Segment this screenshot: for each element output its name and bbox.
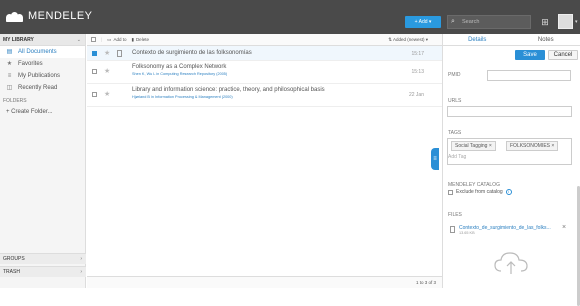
urls-label: URLS [448,98,461,104]
add-button[interactable]: + Add ▾ [405,16,441,28]
star-icon[interactable]: ★ [104,67,110,75]
documents-icon: ▤ [6,46,13,58]
tab-details[interactable]: Details [443,34,512,45]
sort-label: Added (newest) ▾ [393,37,428,42]
folder-icon: ▭ [107,37,111,43]
star-icon[interactable]: ★ [104,49,110,57]
select-all-checkbox[interactable] [91,37,96,42]
create-folder-link[interactable]: + Create Folder... [0,106,85,118]
publications-icon: ≡ [6,70,13,82]
star-icon: ★ [6,58,13,70]
file-item[interactable]: Contexto_de_surgimiento_de_las_folks... … [450,225,551,235]
pmid-field[interactable] [487,70,571,81]
tag-chip[interactable]: Social Tagging × [451,141,496,151]
chevron-right-icon: › [80,254,82,265]
list-toolbar: | ▭ Add to ▮ Delete ⇅ Added (newest) ▾ [87,34,442,46]
file-icon [450,226,455,233]
sidebar-item-label: All Documents [18,46,57,58]
details-actions: Save Cancel [443,46,580,64]
sidebar-item-label: Recently Read [18,82,57,94]
trash-icon: ▮ [131,37,133,43]
mendeley-logo-icon [6,11,24,22]
chevron-down-icon[interactable]: ▾ [575,19,578,25]
details-panel: Details Notes Save Cancel PMID URLS TAGS… [442,34,580,288]
sidebar-item-favorites[interactable]: ★ Favorites [0,58,85,70]
mendeley-catalog-label: MENDELEY CATALOG [448,182,500,188]
avatar[interactable] [558,14,573,29]
row-checkbox[interactable] [92,51,97,56]
remove-file-icon[interactable]: × [562,224,566,231]
table-row[interactable]: ★ Contexto de surgimiento de las folkson… [87,46,442,61]
row-checkbox[interactable] [92,69,97,74]
trash-section[interactable]: TRASH › [0,266,86,277]
exclude-catalog-row: Exclude from catalog i [448,189,512,195]
row-checkbox[interactable] [92,92,97,97]
document-icon [117,50,122,57]
search-icon: ⌕ [451,18,455,26]
document-authors: Shen K, Wu L in Computing Research Repos… [132,72,227,76]
toolbar-divider: | [101,37,102,42]
my-library-label: MY LIBRARY [3,37,34,43]
panel-toggle-icon: ≡ [433,156,437,162]
add-to-label: Add to [113,37,126,42]
delete-button[interactable]: ▮ Delete [131,37,149,43]
book-icon: ◫ [6,82,13,94]
app-name: MENDELEY [28,10,93,22]
table-row[interactable]: ★ Folksonomy as a Complex Network Shen K… [87,61,442,84]
document-title: Library and information science: practic… [132,87,325,93]
document-authors: Hjørland B in Information Processing & M… [132,95,233,99]
sidebar: MY LIBRARY ⌄ ▤ All Documents ★ Favorites… [0,34,86,288]
delete-label: Delete [136,37,149,42]
search-placeholder: Search [462,19,479,25]
pmid-label: PMID [448,72,461,78]
tags-label: TAGS [448,130,461,136]
apps-grid-icon[interactable]: ⊞ [538,15,552,29]
tab-notes[interactable]: Notes [512,34,580,45]
sidebar-item-recently-read[interactable]: ◫ Recently Read [0,82,85,94]
collapse-panel-handle[interactable]: ≡ [431,148,439,170]
sort-dropdown[interactable]: ⇅ Added (newest) ▾ [388,34,428,46]
cancel-button[interactable]: Cancel [548,50,578,60]
sidebar-item-label: My Publications [18,70,60,82]
groups-label: GROUPS [3,256,25,262]
document-title: Contexto de surgimiento de las folksonom… [132,50,252,56]
mendeley-logo[interactable]: MENDELEY [6,10,93,22]
add-to-button[interactable]: ▭ Add to [107,37,126,43]
file-size: 13.65 KB [459,231,551,235]
table-row[interactable]: ★ Library and information science: pract… [87,84,442,107]
sidebar-item-all-documents[interactable]: ▤ All Documents [0,46,85,58]
files-label: FILES [448,212,462,218]
details-tabs: Details Notes [443,34,580,46]
sidebar-item-label: Favorites [18,58,43,70]
tag-chip[interactable]: FOLKSONOMIES × [506,141,558,151]
search-input[interactable]: ⌕ Search [447,15,531,29]
pager: 1 to 3 of 3 [87,276,442,288]
document-date: 15:13 [411,69,424,75]
top-bar: MENDELEY + Add ▾ ⌕ Search ⊞ ▾ [0,0,580,34]
collapse-icon[interactable]: ⌄ [77,34,81,46]
info-icon[interactable]: i [506,189,512,195]
chevron-right-icon: › [80,267,82,278]
star-icon[interactable]: ★ [104,90,110,98]
exclude-catalog-checkbox[interactable] [448,190,453,195]
groups-section[interactable]: GROUPS › [0,253,86,264]
my-library-header[interactable]: MY LIBRARY ⌄ [0,34,85,46]
document-title: Folksonomy as a Complex Network [132,64,226,70]
document-date: 15:17 [411,51,424,57]
document-date: 22 Jan [409,92,424,98]
folders-label: FOLDERS [0,96,85,106]
add-tag-input[interactable]: Add Tag [448,154,466,160]
save-button[interactable]: Save [515,50,545,60]
trash-label: TRASH [3,269,20,275]
document-list: | ▭ Add to ▮ Delete ⇅ Added (newest) ▾ ★… [87,34,442,288]
urls-field[interactable] [447,106,572,117]
upload-cloud-icon[interactable] [491,249,531,277]
sidebar-item-my-publications[interactable]: ≡ My Publications [0,70,85,82]
exclude-catalog-label: Exclude from catalog [456,189,503,195]
